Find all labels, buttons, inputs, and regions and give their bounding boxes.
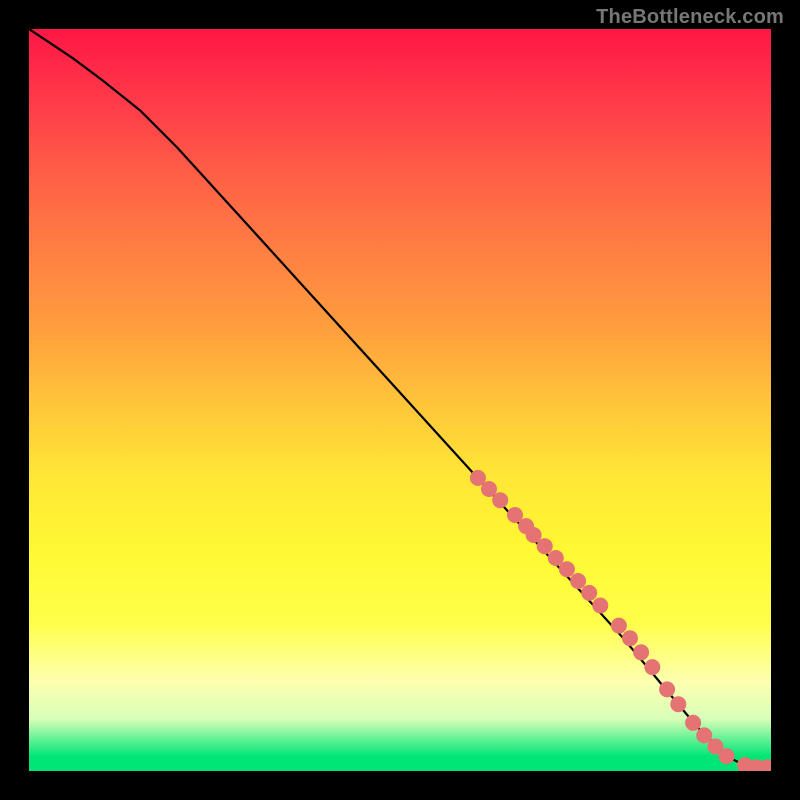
plot-background: [29, 29, 771, 771]
chart-container: TheBottleneck.com: [0, 0, 800, 800]
attribution-text: TheBottleneck.com: [596, 6, 784, 29]
